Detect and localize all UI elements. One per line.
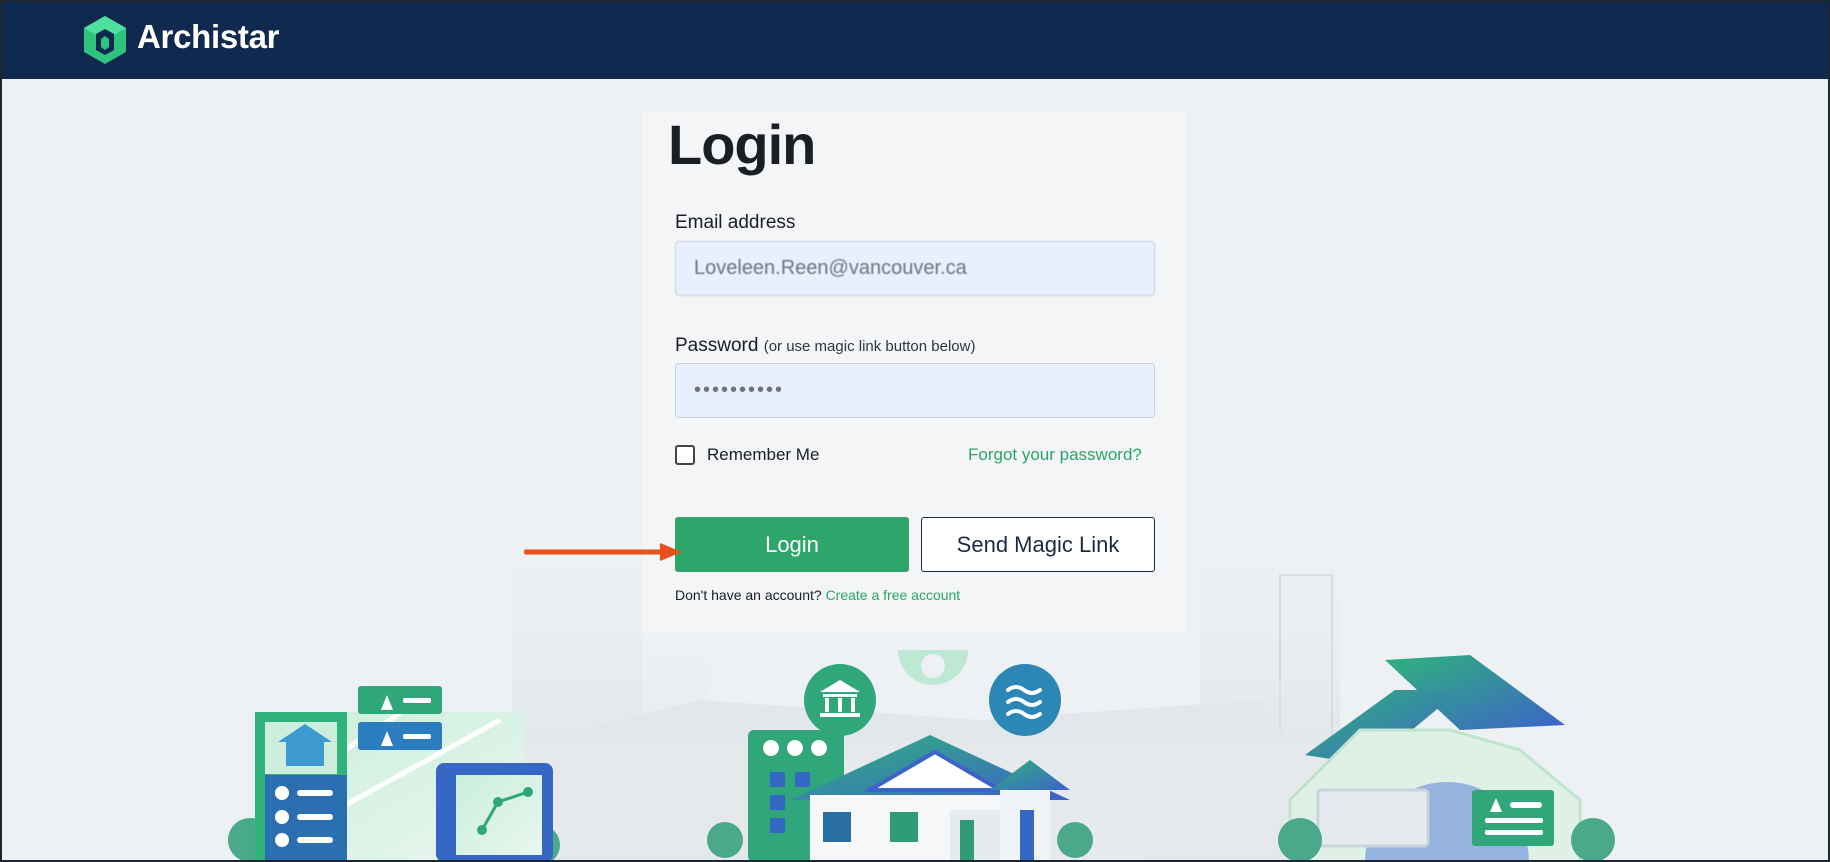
top-navigation-bar: Archistar: [0, 0, 1830, 79]
remember-me-label[interactable]: Remember Me: [707, 445, 819, 465]
forgot-password-link[interactable]: Forgot your password?: [968, 445, 1142, 465]
annotation-arrow-icon: [524, 543, 682, 561]
brand-name[interactable]: Archistar: [137, 18, 280, 56]
remember-me[interactable]: Remember Me: [675, 445, 819, 465]
signup-prompt: Don't have an account? Create a free acc…: [675, 587, 960, 603]
remember-me-checkbox[interactable]: [675, 445, 695, 465]
page-title: Login: [668, 113, 816, 176]
password-label: Password (or use magic link button below…: [675, 335, 975, 357]
create-account-link[interactable]: Create a free account: [826, 587, 961, 603]
left-illustration: [228, 686, 560, 862]
send-magic-link-button[interactable]: Send Magic Link: [921, 517, 1155, 572]
password-field[interactable]: [675, 363, 1155, 418]
email-field[interactable]: [675, 241, 1155, 296]
password-label-text: Password: [675, 335, 759, 356]
archistar-logo-icon[interactable]: [82, 14, 128, 66]
signup-prompt-text: Don't have an account?: [675, 587, 822, 603]
login-button[interactable]: Login: [675, 517, 909, 572]
email-label: Email address: [675, 212, 796, 233]
password-hint: (or use magic link button below): [763, 338, 976, 355]
